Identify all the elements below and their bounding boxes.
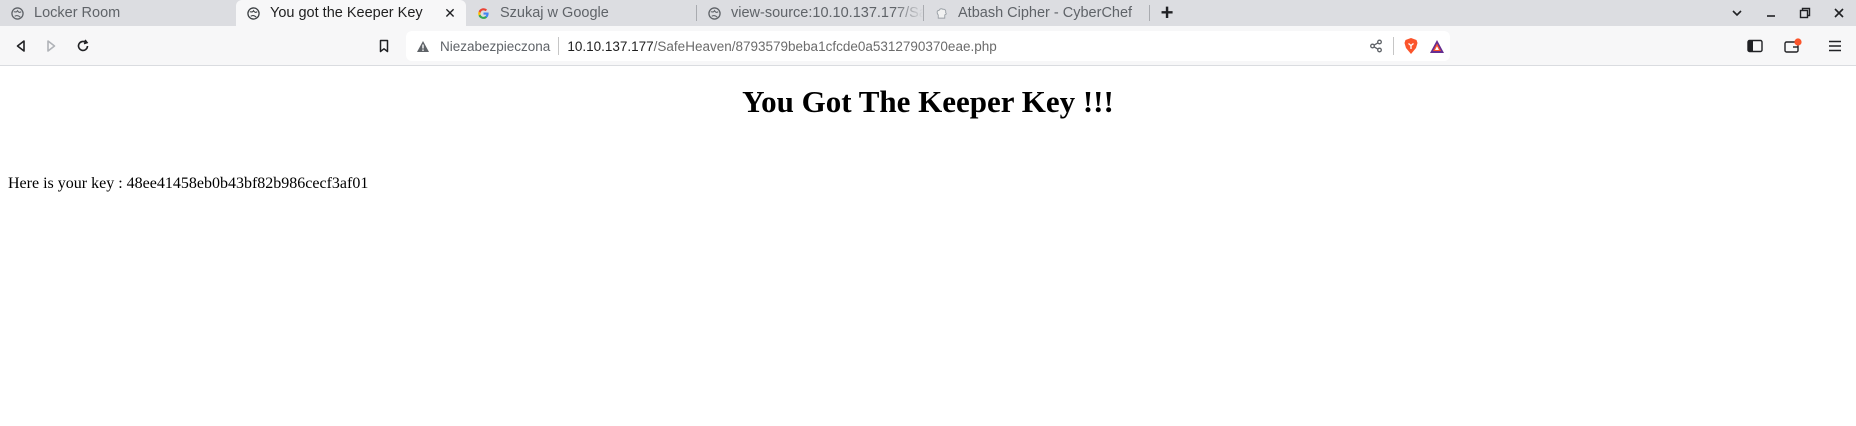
new-tab-button[interactable]: + — [1150, 0, 1184, 26]
tab-strip: Locker Room You got the Keeper Key ✕ Szu… — [0, 0, 1856, 26]
tab-title: Locker Room — [34, 5, 121, 21]
tab-search-chevron-icon[interactable] — [1720, 0, 1754, 26]
globe-icon — [246, 6, 260, 20]
bookmark-icon — [379, 39, 389, 53]
url-path: /SafeHeaven/8793579beba1cfcde0a531279037… — [653, 38, 997, 54]
tab-keeper-key[interactable]: You got the Keeper Key ✕ — [236, 0, 466, 26]
window-controls — [1720, 0, 1856, 26]
not-secure-warning-icon[interactable] — [414, 37, 432, 55]
globe-icon — [707, 6, 721, 20]
sidebar-toggle-button[interactable] — [1742, 33, 1768, 59]
tab-google-search[interactable]: Szukaj w Google — [466, 0, 696, 26]
browser-toolbar: Niezabezpieczona 10.10.137.177/SafeHeave… — [0, 26, 1856, 66]
forward-arrow-icon — [47, 40, 56, 52]
brave-rewards-icon[interactable] — [1424, 31, 1450, 61]
wallet-icon — [1784, 38, 1802, 53]
address-bar[interactable]: Niezabezpieczona 10.10.137.177/SafeHeave… — [406, 31, 1450, 61]
key-text: Here is your key : 48ee41458eb0b43bf82b9… — [8, 175, 369, 192]
url-host: 10.10.137.177 — [567, 38, 654, 54]
tab-title: view-source:10.10.137.177/Safe — [731, 5, 923, 21]
menu-button[interactable] — [1822, 33, 1848, 59]
page-heading: You Got The Keeper Key !!! — [742, 84, 1114, 119]
close-window-icon[interactable] — [1822, 0, 1856, 26]
share-icon[interactable] — [1363, 31, 1389, 61]
brave-shields-icon[interactable] — [1398, 31, 1424, 61]
tab-title: Atbash Cipher - CyberChef — [958, 5, 1133, 21]
forward-button[interactable] — [38, 33, 64, 59]
page-content: You Got The Keeper Key !!! Here is your … — [0, 67, 1856, 426]
close-tab-icon[interactable]: ✕ — [442, 5, 458, 21]
address-divider — [558, 37, 560, 55]
cyberchef-icon — [934, 6, 948, 20]
security-status-label[interactable]: Niezabezpieczona — [440, 39, 550, 54]
tab-title: Szukaj w Google — [500, 5, 609, 21]
tab-locker-room[interactable]: Locker Room — [0, 0, 236, 26]
reload-icon — [77, 39, 89, 52]
google-icon — [476, 6, 490, 20]
back-button[interactable] — [8, 33, 34, 59]
hamburger-menu-icon — [1829, 40, 1841, 52]
back-arrow-icon — [16, 40, 25, 52]
globe-icon — [10, 6, 24, 20]
tab-view-source[interactable]: view-source:10.10.137.177/Safe — [697, 0, 923, 26]
address-bar-actions — [1363, 31, 1450, 61]
actions-divider — [1393, 37, 1394, 55]
tab-title: You got the Keeper Key — [270, 5, 423, 21]
bookmark-button[interactable] — [371, 33, 397, 59]
wallet-button[interactable] — [1780, 33, 1806, 59]
restore-icon[interactable] — [1788, 0, 1822, 26]
sidebar-icon — [1747, 39, 1763, 53]
tab-cyberchef[interactable]: Atbash Cipher - CyberChef — [924, 0, 1149, 26]
reload-button[interactable] — [70, 33, 96, 59]
minimize-icon[interactable] — [1754, 0, 1788, 26]
